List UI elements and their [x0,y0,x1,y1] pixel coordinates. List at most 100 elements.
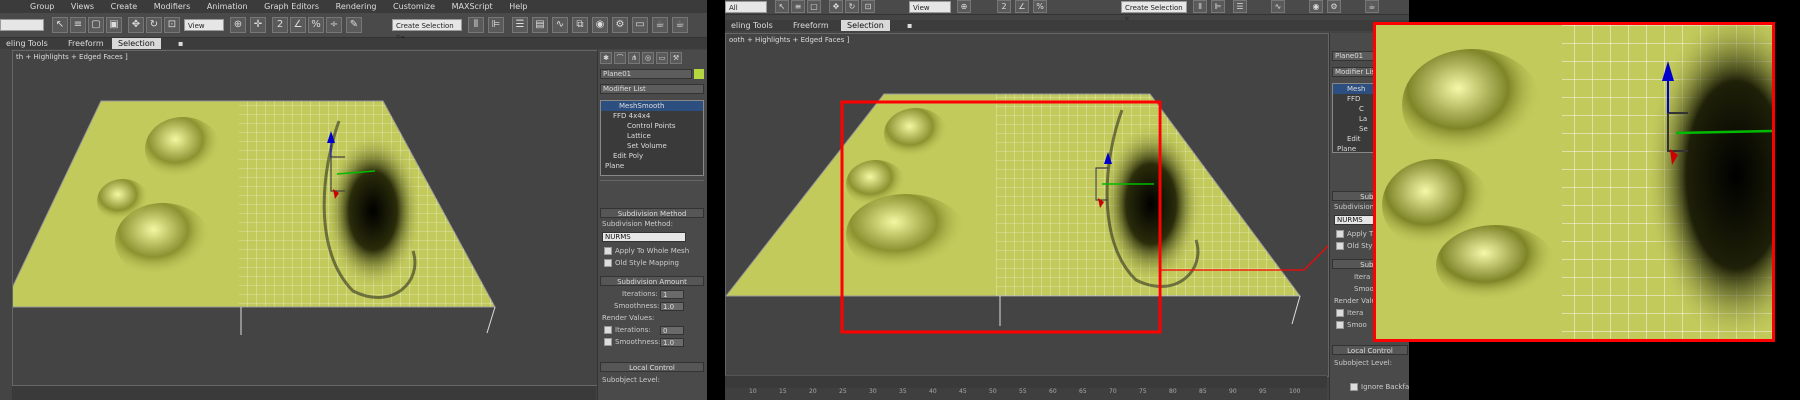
modify-tab-icon[interactable]: ⌒ [614,52,626,64]
rollout-local-control-2[interactable]: Local Control [1332,345,1408,355]
apply-whole-mesh-checkbox[interactable]: Apply To Whole Mesh [604,247,689,255]
select-by-name-icon[interactable]: ≡ [70,17,86,33]
rotate-icon[interactable]: ↻ [146,17,162,33]
render-setup-icon-2[interactable]: ⚙ [1327,0,1341,13]
ribbon-options-icon[interactable]: ▪ [172,38,189,49]
object-name-field[interactable]: Plane01 [600,69,692,79]
selection-filter-dropdown-2[interactable]: All [725,1,767,13]
stack-item-control-points[interactable]: Control Points [601,121,703,131]
utilities-tab-icon[interactable]: ⚒ [670,52,682,64]
stack-item-ffd[interactable]: FFD 4x4x4 [601,111,703,121]
move-icon[interactable]: ✥ [128,17,144,33]
percent-snap-icon-2[interactable]: % [1033,0,1047,13]
mirror-icon[interactable]: ⫴ [468,17,484,33]
menu-maxscript[interactable]: MAXScript [445,0,500,13]
render-smoothness-spinner[interactable]: 1.0 [660,338,684,347]
render-iterations-label[interactable]: Iterations: [604,326,651,334]
motion-tab-icon[interactable]: ◎ [642,52,654,64]
curve-editor-icon[interactable]: ∿ [552,17,568,33]
named-selection-dropdown-2[interactable]: Create Selection S [1121,1,1187,24]
select-icon[interactable]: ↖ [52,17,68,33]
tab-selection-2[interactable]: Selection [841,20,890,31]
menu-animation[interactable]: Animation [200,0,255,13]
render-iterations-label-2[interactable]: Itera [1336,309,1363,317]
display-tab-icon[interactable]: ▭ [656,52,668,64]
menu-views[interactable]: Views [64,0,101,13]
menu-rendering[interactable]: Rendering [329,0,384,13]
render-smoothness-label[interactable]: Smoothness: [604,338,660,346]
select-icon-2[interactable]: ↖ [775,0,789,13]
layer-manager-icon-2[interactable]: ☰ [1233,0,1247,13]
angle-snap-icon[interactable]: ∠ [290,17,306,33]
render-setup-icon[interactable]: ⚙ [612,17,628,33]
named-selection-dropdown[interactable]: Create Selection Se [392,19,462,42]
edit-named-selection-icon[interactable]: ✎ [346,17,362,33]
stack-item-lattice[interactable]: Lattice [601,131,703,141]
render-teapot-icon-2[interactable]: ☕ [1365,0,1379,13]
schematic-view-icon[interactable]: ⧉ [572,17,588,33]
create-tab-icon[interactable]: ✱ [600,52,612,64]
align-icon-2[interactable]: ⊫ [1211,0,1225,13]
rotate-icon-2[interactable]: ↻ [845,0,859,13]
stack-item-edit-poly[interactable]: Edit Poly [601,151,703,161]
scale-icon[interactable]: ⊡ [164,17,180,33]
angle-snap-icon-2[interactable]: ∠ [1015,0,1029,13]
reference-coord-dropdown[interactable]: View [184,19,224,31]
ignore-backface-checkbox-2[interactable]: Ignore Backface [1350,383,1409,391]
menu-modifiers[interactable]: Modifiers [147,0,198,13]
select-by-name-icon-2[interactable]: ≡ [791,0,805,13]
tab-freeform-2[interactable]: Freeform [787,20,835,31]
material-editor-icon[interactable]: ◉ [592,17,608,33]
ribbon-toggle-icon[interactable]: ▤ [532,17,548,33]
move-icon-2[interactable]: ✥ [829,0,843,13]
render-production-icon[interactable]: ☕ [672,17,688,33]
time-slider[interactable] [725,375,1327,388]
iterations-spinner[interactable]: 1 [660,290,684,299]
select-manipulate-icon[interactable]: ✛ [250,17,266,33]
menu-help[interactable]: Help [502,0,534,13]
subdivision-method-dropdown[interactable]: NURMS [602,232,686,242]
ribbon-options-icon-2[interactable]: ▪ [901,20,918,31]
snap-icon[interactable]: 2 [272,17,288,33]
percent-snap-icon[interactable]: % [308,17,324,33]
spinner-snap-icon[interactable]: ÷ [326,17,342,33]
render-teapot-icon[interactable]: ☕ [652,17,668,33]
render-frame-icon[interactable]: ▭ [632,17,648,33]
rect-select-icon[interactable]: ▢ [88,17,104,33]
reference-coord-dropdown-2[interactable]: View [909,1,951,13]
perspective-viewport[interactable]: th + Highlights + Edged Faces ] [12,50,598,386]
rect-select-icon-2[interactable]: ▢ [807,0,821,13]
tab-modeling-tools-2[interactable]: eling Tools [725,20,779,31]
snap-icon-2[interactable]: 2 [997,0,1011,13]
object-color-swatch[interactable] [694,69,704,79]
hierarchy-tab-icon[interactable]: ⋔ [628,52,640,64]
stack-item-meshsmooth[interactable]: MeshSmooth [601,101,703,111]
rollout-subdivision-method[interactable]: Subdivision Method [600,208,704,218]
align-icon[interactable]: ⊫ [488,17,504,33]
old-style-mapping-checkbox[interactable]: Old Style Mapping [604,259,679,267]
modifier-list-dropdown[interactable]: Modifier List [600,84,704,94]
render-iterations-spinner[interactable]: 0 [660,326,684,335]
window-crossing-icon[interactable]: ▣ [106,17,122,33]
stack-item-set-volume[interactable]: Set Volume [601,141,703,151]
layer-manager-icon[interactable]: ☰ [512,17,528,33]
mirror-icon-2[interactable]: ⫴ [1193,0,1207,13]
menu-group[interactable]: Group [0,0,61,13]
rollout-subdivision-amount[interactable]: Subdivision Amount [600,276,704,286]
selection-filter-dropdown[interactable] [0,19,44,31]
rollout-local-control[interactable]: Local Control [600,362,704,372]
menu-customize[interactable]: Customize [386,0,442,13]
pivot-icon-2[interactable]: ⊕ [957,0,971,13]
tab-selection[interactable]: Selection [112,38,161,49]
render-smoothness-label-2[interactable]: Smoo [1336,321,1367,329]
menu-create[interactable]: Create [104,0,145,13]
pivot-icon[interactable]: ⊕ [230,17,246,33]
curve-editor-icon-2[interactable]: ∿ [1271,0,1285,13]
menu-graph-editors[interactable]: Graph Editors [257,0,326,13]
perspective-viewport-2[interactable]: ooth + Highlights + Edged Faces ] [725,33,1329,377]
smoothness-spinner[interactable]: 1.0 [660,302,684,311]
apply-whole-mesh-checkbox-2[interactable]: Apply T [1336,230,1373,238]
tab-freeform[interactable]: Freeform [62,38,110,49]
stack-item-plane[interactable]: Plane [601,161,703,171]
scale-icon-2[interactable]: ⊡ [861,0,875,13]
